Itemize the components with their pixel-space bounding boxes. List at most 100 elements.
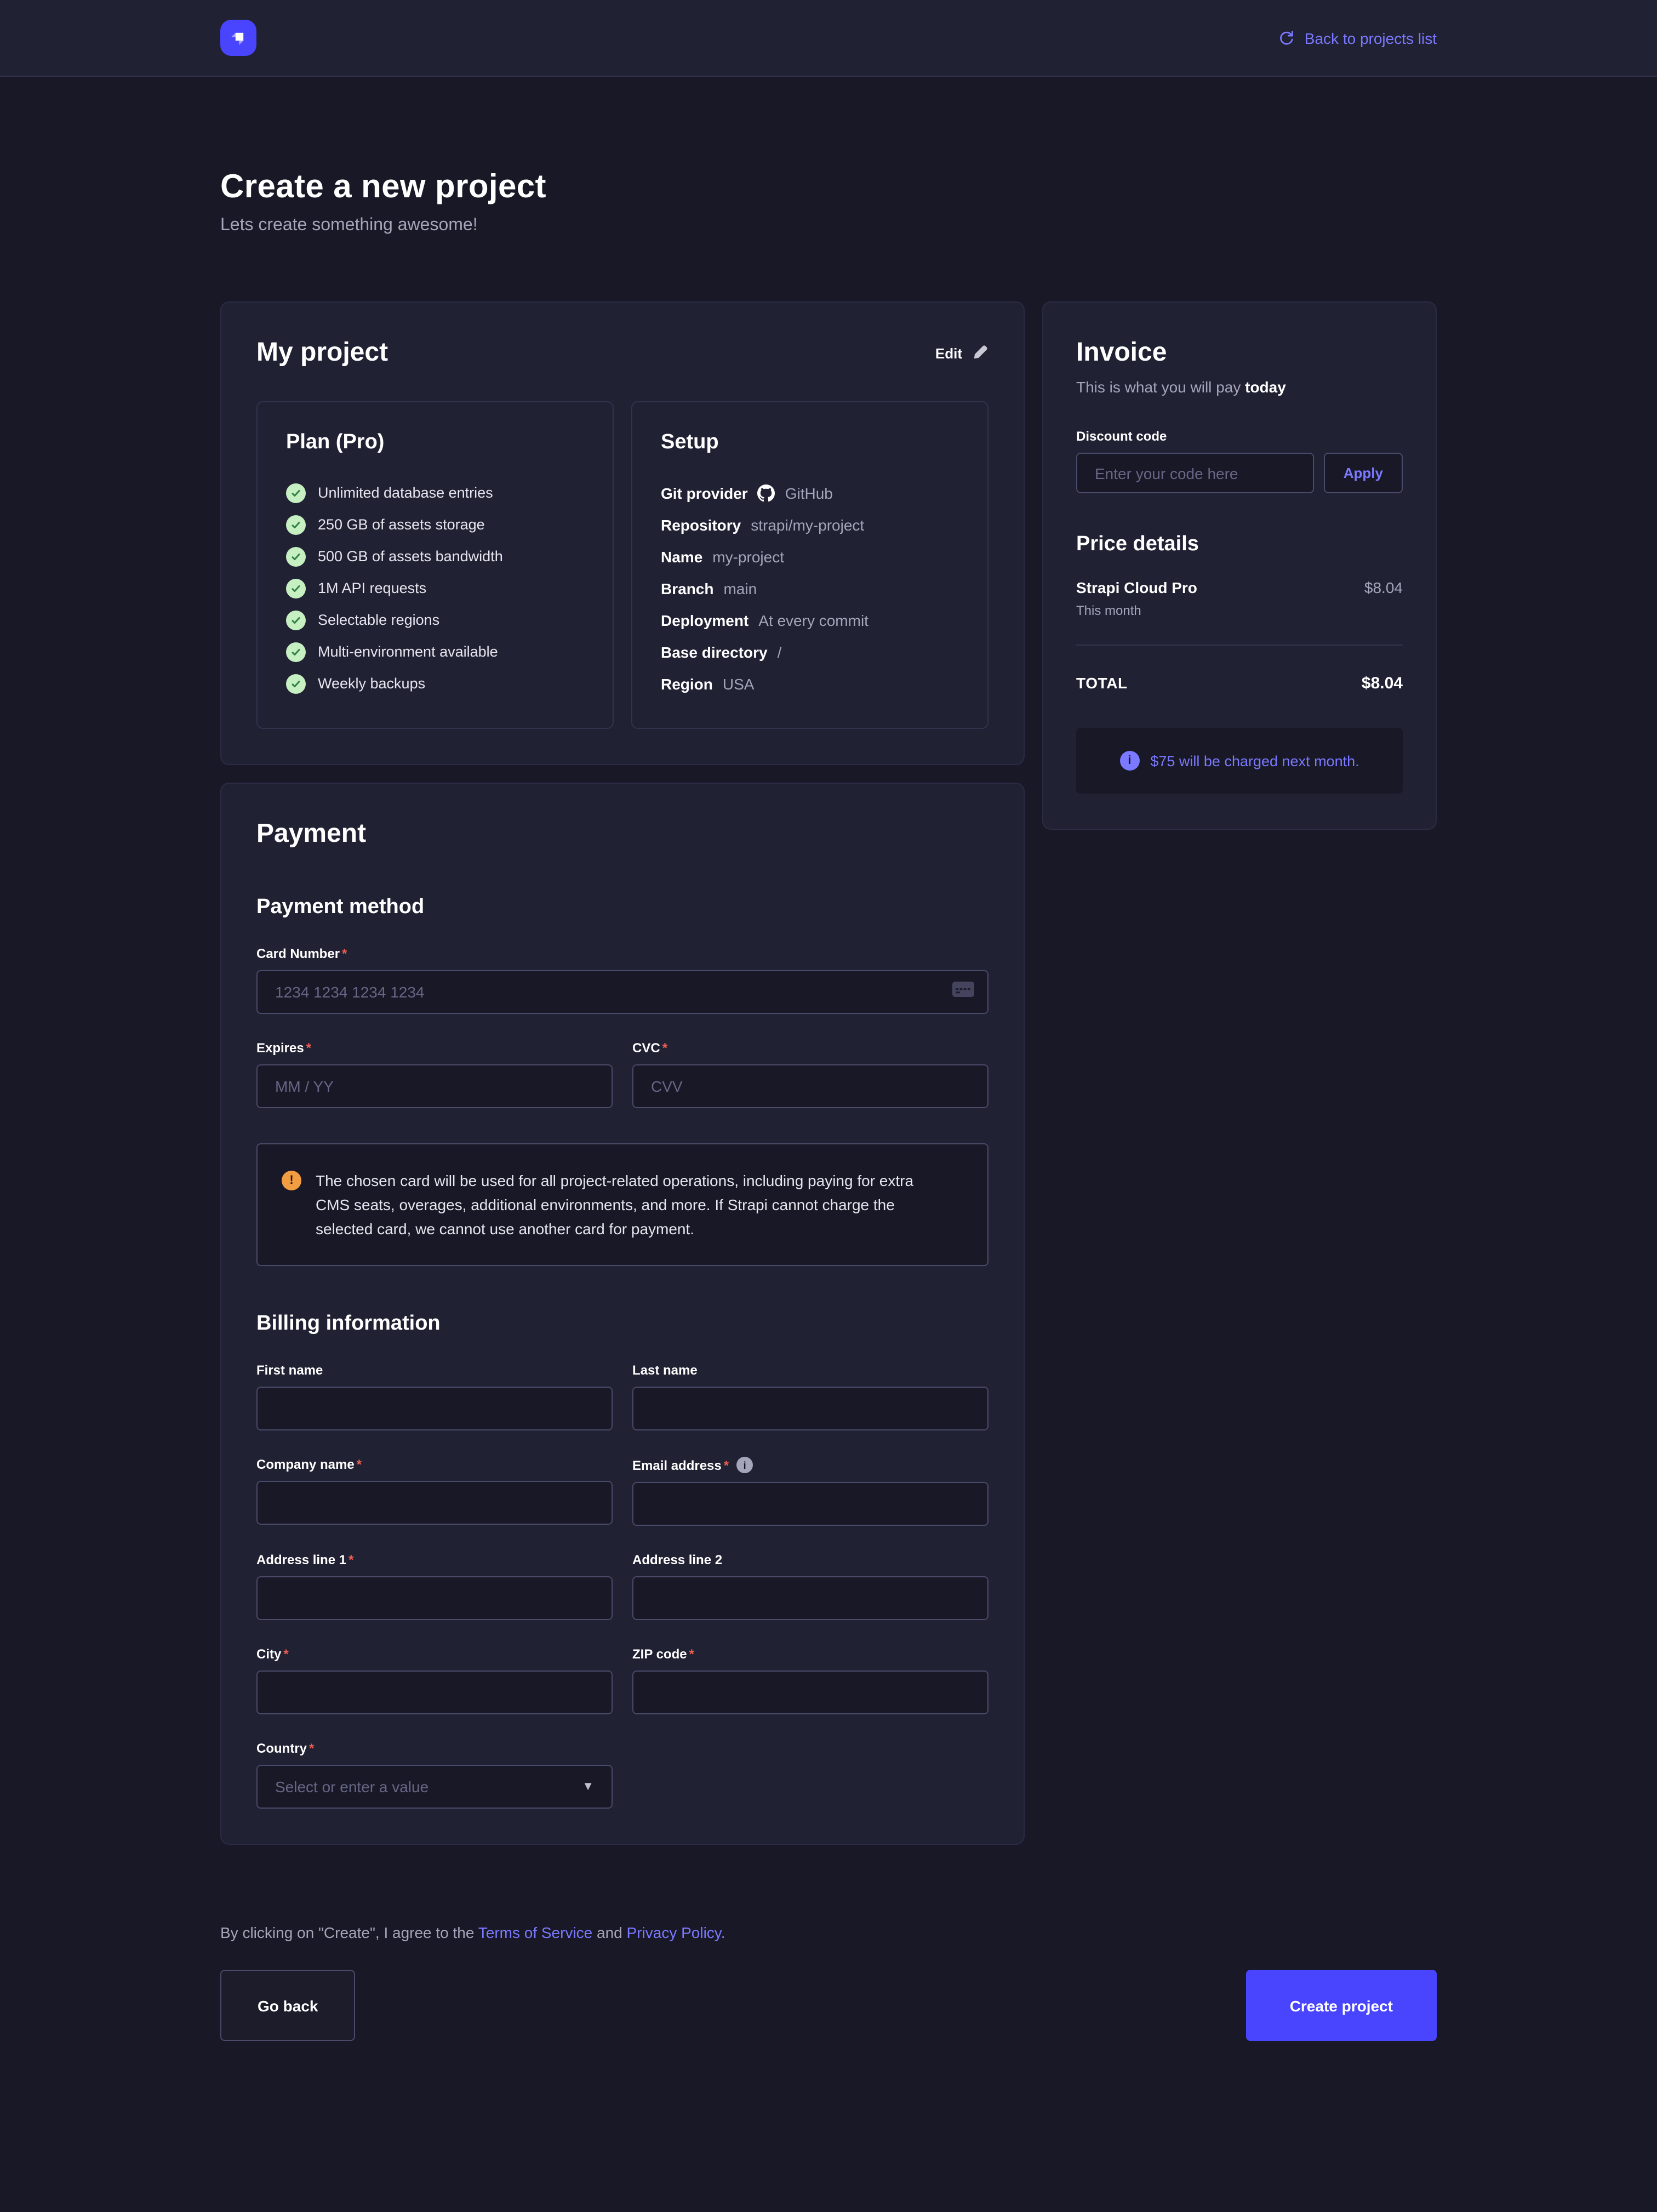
card-number-label: Card Number* [256,946,989,961]
plan-feature: Selectable regions [286,604,584,636]
email-label: Email address* [632,1458,729,1473]
divider [1076,645,1403,646]
plan-feature: Weekly backups [286,668,584,699]
terms-agreement-text: By clicking on "Create", I agree to the … [220,1924,1437,1942]
expires-label: Expires* [256,1040,613,1056]
plan-box: Plan (Pro) Unlimited database entries 25… [256,401,614,729]
address-line-1-field: Address line 1* [256,1553,613,1621]
terms-of-service-link[interactable]: Terms of Service [478,1924,593,1942]
check-icon [286,515,306,534]
strapi-logo-icon [227,26,250,49]
address-line-1-label: Address line 1* [256,1553,613,1568]
setup-row-base-directory: Base directory / [661,636,959,668]
footer-actions: Go back Create project [220,1970,1437,2042]
cvc-label: CVC* [632,1040,989,1056]
discount-code-section: Discount code Apply [1076,429,1403,493]
next-month-charge-text: $75 will be charged next month. [1150,752,1359,769]
invoice-card: Invoice This is what you will pay today … [1042,301,1437,830]
zip-code-input[interactable] [632,1671,989,1715]
cvc-field: CVC* [632,1040,989,1108]
credit-card-icon [951,980,975,1004]
email-input[interactable] [632,1483,989,1526]
setup-row-git-provider: Git provider GitHub [661,477,959,509]
required-mark: * [724,1458,729,1473]
required-mark: * [342,946,347,961]
country-field: Country* Select or enter a value ▼ [256,1741,613,1809]
edit-button-label: Edit [935,345,962,361]
price-line-item: Strapi Cloud Pro $8.04 [1076,579,1403,596]
check-icon [286,483,306,503]
payment-method-title: Payment method [256,896,989,920]
plan-feature: Unlimited database entries [286,477,584,509]
plan-feature: 250 GB of assets storage [286,509,584,540]
company-name-field: Company name* [256,1457,613,1526]
check-icon [286,642,306,662]
page-subtitle: Lets create something awesome! [220,216,1437,236]
info-icon[interactable]: i [736,1457,753,1474]
address-line-1-input[interactable] [256,1577,613,1621]
check-icon [286,546,306,566]
billing-information-title: Billing information [256,1313,989,1337]
address-line-2-field: Address line 2 [632,1553,989,1621]
total-label: TOTAL [1076,674,1128,692]
zip-code-label: ZIP code* [632,1647,989,1662]
my-project-title: My project [256,338,388,368]
company-name-input[interactable] [256,1481,613,1525]
country-select[interactable]: Select or enter a value ▼ [256,1765,613,1809]
last-name-field: Last name [632,1363,989,1431]
privacy-policy-link[interactable]: Privacy Policy. [627,1924,725,1942]
check-icon [286,578,306,598]
required-mark: * [348,1553,353,1568]
page-title: Create a new project [220,169,1437,206]
last-name-label: Last name [632,1363,989,1378]
cvc-input[interactable] [632,1064,989,1108]
invoice-subtitle: This is what you will pay today [1076,378,1403,396]
apply-button[interactable]: Apply [1324,453,1403,493]
card-number-input[interactable] [256,970,989,1014]
price-details-title: Price details [1076,533,1403,557]
line-item-name: Strapi Cloud Pro [1076,579,1197,596]
setup-row-name: Name my-project [661,540,959,572]
last-name-input[interactable] [632,1387,989,1431]
city-field: City* [256,1647,613,1715]
expires-input[interactable] [256,1064,613,1108]
first-name-label: First name [256,1363,613,1378]
go-back-button[interactable]: Go back [220,1970,356,2042]
card-usage-notice-text: The chosen card will be used for all pro… [316,1168,926,1241]
next-month-charge-note: i $75 will be charged next month. [1076,728,1403,794]
info-icon: i [1119,751,1139,771]
back-to-projects-link[interactable]: Back to projects list [1278,29,1437,47]
back-arrow-icon [1278,30,1295,46]
plan-feature: 500 GB of assets bandwidth [286,540,584,572]
setup-row-region: Region USA [661,668,959,699]
plan-feature-list: Unlimited database entries 250 GB of ass… [286,477,584,699]
warning-icon: ! [282,1171,301,1190]
setup-box: Setup Git provider GitHub [631,401,989,729]
back-link-label: Back to projects list [1305,29,1437,47]
address-line-2-label: Address line 2 [632,1553,989,1568]
address-line-2-input[interactable] [632,1577,989,1621]
required-mark: * [283,1647,288,1662]
strapi-cloud-create-project-page: Back to projects list Create a new proje… [0,0,1657,2212]
city-input[interactable] [256,1671,613,1715]
create-project-button[interactable]: Create project [1246,1970,1437,2042]
check-icon [286,674,306,693]
plan-box-title: Plan (Pro) [286,431,584,455]
zip-code-field: ZIP code* [632,1647,989,1715]
main-content: Create a new project Lets create somethi… [220,169,1437,2042]
required-mark: * [306,1040,311,1056]
required-mark: * [357,1457,362,1473]
required-mark: * [309,1741,314,1757]
discount-code-input[interactable] [1076,453,1314,493]
strapi-logo[interactable] [220,20,256,56]
country-label: Country* [256,1741,613,1757]
email-field: Email address* i [632,1457,989,1526]
plan-feature: 1M API requests [286,572,584,604]
country-select-placeholder: Select or enter a value [275,1778,428,1796]
edit-button[interactable]: Edit [935,344,989,362]
setup-row-branch: Branch main [661,572,959,604]
setup-row-repository: Repository strapi/my-project [661,509,959,540]
card-usage-notice: ! The chosen card will be used for all p… [256,1143,989,1267]
first-name-input[interactable] [256,1387,613,1431]
plan-feature: Multi-environment available [286,636,584,668]
